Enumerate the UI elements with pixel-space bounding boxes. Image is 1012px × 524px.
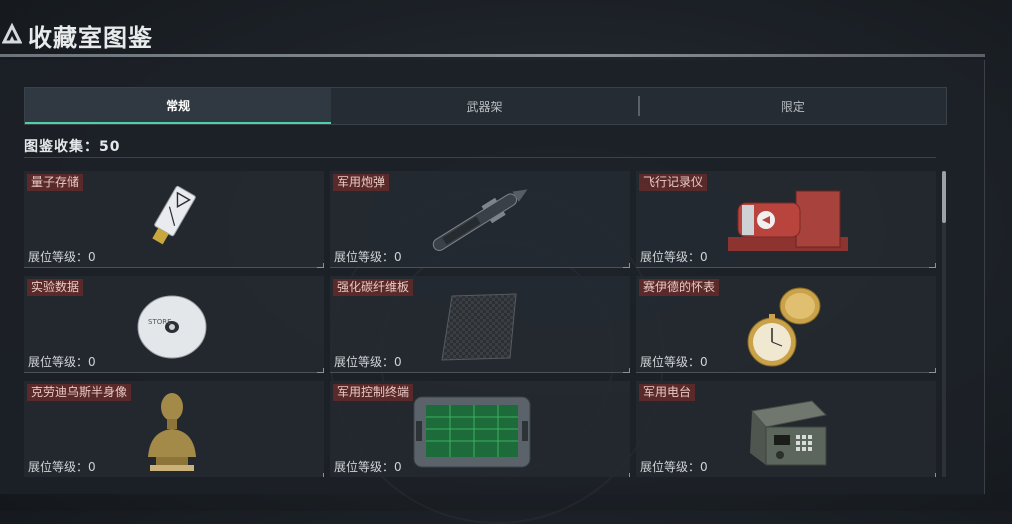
- radio-icon: [750, 400, 828, 466]
- disc-icon: STORE: [137, 295, 207, 359]
- booth-level: 展位等级：0: [28, 250, 96, 264]
- tab-limited[interactable]: 限定: [640, 88, 946, 124]
- control-terminal-icon: [413, 396, 531, 468]
- item-card[interactable]: 强化碳纤维板 展位等级：0: [330, 276, 630, 373]
- flight-recorder-icon: [728, 190, 848, 251]
- carbon-plate-icon: [441, 293, 517, 361]
- booth-level: 展位等级：0: [640, 250, 708, 264]
- collection-count: 图鉴收集：50: [24, 139, 121, 155]
- booth-level: 展位等级：0: [334, 250, 402, 264]
- bust-icon: [148, 393, 196, 471]
- item-name: 军用炮弹: [333, 174, 390, 191]
- scrollbar-thumb[interactable]: [942, 171, 946, 223]
- booth-level: 展位等级：0: [640, 355, 708, 369]
- item-name: 军用电台: [639, 384, 696, 401]
- item-name: 军用控制终端: [333, 384, 414, 401]
- booth-level: 展位等级：0: [28, 460, 96, 474]
- booth-level: 展位等级：0: [640, 460, 708, 474]
- item-card[interactable]: 克劳迪乌斯半身像 展位等级：0: [24, 381, 324, 477]
- item-card[interactable]: 军用炮弹 展位等级：0: [330, 171, 630, 268]
- tab-weapon-rack[interactable]: 武器架: [331, 88, 637, 124]
- tab-bar: 常规 武器架 限定: [24, 87, 947, 125]
- page-title: 收藏室图鉴: [28, 24, 153, 52]
- header-divider: [0, 54, 985, 57]
- usb-drive-icon: [152, 185, 196, 245]
- item-name: 赛伊德的怀表: [639, 279, 720, 296]
- tab-regular[interactable]: 常规: [25, 88, 332, 124]
- item-grid: 量子存储 展位等级：0 军用炮弹 展位等级：0 飞行记录仪 展位等级：0 实验数…: [24, 171, 936, 477]
- item-card[interactable]: 量子存储 展位等级：0: [24, 171, 324, 268]
- header: 收藏室图鉴: [0, 0, 1012, 57]
- item-name: 量子存储: [27, 174, 84, 191]
- booth-level: 展位等级：0: [334, 460, 402, 474]
- item-name: 克劳迪乌斯半身像: [27, 384, 132, 401]
- svg-text:STORE: STORE: [148, 318, 172, 326]
- triangle-logo-icon: [2, 22, 22, 44]
- item-name: 实验数据: [27, 279, 84, 296]
- divider: [24, 157, 936, 158]
- scrollbar[interactable]: [942, 171, 946, 477]
- item-card[interactable]: 飞行记录仪 展位等级：0: [636, 171, 936, 268]
- item-card[interactable]: 赛伊德的怀表 展位等级：0: [636, 276, 936, 373]
- item-card[interactable]: 实验数据 STORE 展位等级：0: [24, 276, 324, 373]
- item-card[interactable]: 军用电台 展位等级：0: [636, 381, 936, 477]
- shell-icon: [432, 189, 528, 251]
- booth-level: 展位等级：0: [334, 355, 402, 369]
- pocket-watch-icon: [747, 287, 821, 367]
- item-card[interactable]: 军用控制终端 展位等级：0: [330, 381, 630, 477]
- item-name: 强化碳纤维板: [333, 279, 414, 296]
- booth-level: 展位等级：0: [28, 355, 96, 369]
- item-name: 飞行记录仪: [639, 174, 708, 191]
